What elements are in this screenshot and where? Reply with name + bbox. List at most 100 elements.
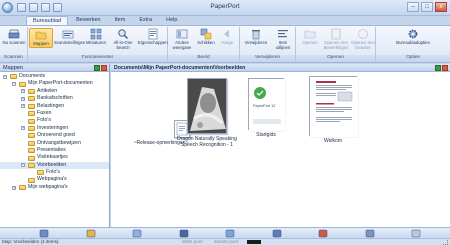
tree-item-label: Visitekaartjes	[37, 154, 68, 161]
print-icon[interactable]	[410, 229, 422, 238]
group-label-functievenster: Functievenster	[28, 55, 167, 62]
group-label-beeld: Beeld	[168, 55, 239, 62]
expand-icon[interactable]: +	[12, 185, 16, 190]
ribbon: Nu scannen Scannen Mappen Scaninstelling…	[0, 25, 450, 63]
status-text: Map: Voorbeelden (4 items).	[2, 239, 60, 244]
tree-item[interactable]: Visitekaartjes	[0, 154, 109, 161]
desktop-area: ~Release-opmerkingen~ Dragon Naturally S…	[111, 72, 450, 227]
tree-item-label: Documents	[19, 73, 46, 79]
group-functievenster: Mappen Scaninstellingen Miniaturen All-i…	[28, 27, 168, 62]
viewer-icon[interactable]	[178, 229, 190, 238]
welkom-thumbnail	[309, 76, 358, 137]
tree-item-label: Onroerend goed	[37, 132, 75, 139]
pane-help-icon[interactable]	[94, 65, 100, 71]
expand-icon[interactable]: +	[21, 104, 25, 109]
paint-icon[interactable]	[85, 229, 97, 238]
collapse-icon[interactable]: −	[12, 82, 16, 87]
folder-icon	[28, 103, 35, 109]
tree-item[interactable]: − Mijn PaperPort-documenten	[0, 80, 109, 87]
item-dragon[interactable]: Dragon Naturally Speaking Speech Recogni…	[173, 78, 241, 148]
folder-icon	[28, 140, 35, 146]
folder-icon	[28, 89, 35, 95]
startgids-thumbnail: PaperPort 12	[248, 78, 285, 131]
folder-icon	[37, 170, 44, 176]
item-uitlijnen-button[interactable]: Item uitlijnen	[271, 28, 295, 50]
tree-item[interactable]: Foto's	[0, 169, 109, 176]
ftp-icon[interactable]	[271, 229, 283, 238]
tree-item[interactable]: Presentaties	[0, 147, 109, 154]
group-label-openen: Openen	[296, 55, 375, 62]
tab-extra[interactable]: Extra	[133, 16, 158, 25]
welcome-page-image	[310, 77, 358, 137]
resize-grip[interactable]	[443, 240, 448, 245]
window-title: PaperPort	[210, 3, 240, 10]
tree-item[interactable]: + Bankafschriften	[0, 95, 109, 102]
calendar-icon[interactable]	[224, 229, 236, 238]
tree-item-label: Ontvangstbewijzen	[37, 139, 81, 146]
group-label-verwijderen: Verwijderen	[240, 55, 295, 62]
bureaubladopties-button[interactable]: Bureaubladopties	[396, 28, 430, 46]
tree-item[interactable]: Webpagina's	[0, 176, 109, 183]
ribbon-tabs: Bureaublad Bewerken Item Extra Help	[0, 16, 450, 25]
scanner-icon[interactable]	[38, 229, 50, 238]
pane-close-icon[interactable]	[101, 65, 107, 71]
openen-button[interactable]: Openen	[298, 28, 322, 46]
item-caption: Startgids	[256, 132, 276, 138]
tree-item[interactable]: + Belastingen	[0, 103, 109, 110]
tree-item[interactable]: + Artikelen	[0, 88, 109, 95]
andere-weergave-button[interactable]: Andere weergave	[170, 28, 194, 50]
folder-icon	[28, 96, 35, 102]
collapse-icon[interactable]: −	[21, 163, 25, 168]
tab-bureaublad[interactable]: Bureaublad	[26, 16, 69, 25]
view-icon	[176, 29, 188, 39]
tab-bewerken[interactable]: Bewerken	[70, 16, 106, 25]
tree-item[interactable]: Faxen	[0, 110, 109, 117]
pdf-icon[interactable]	[317, 229, 329, 238]
maximize-button[interactable]: □	[421, 2, 433, 12]
eigenschappen-button[interactable]: Eigenschappen	[138, 28, 168, 46]
all-in-one-search-button[interactable]: All-in-One Search	[110, 28, 136, 50]
group-verwijderen: Verwijderen Item uitlijnen Verwijderen	[240, 27, 296, 62]
tab-item[interactable]: Item	[109, 16, 132, 25]
folders-pane-title: Mappen	[3, 65, 23, 71]
tree-item[interactable]: + Mijn webpagina's	[0, 184, 109, 191]
path-close-icon[interactable]	[442, 65, 448, 71]
minimize-button[interactable]: –	[407, 2, 419, 12]
group-label-opties: Opties	[376, 55, 450, 62]
status-black-point: Zwarte punt	[214, 239, 239, 244]
folder-icon	[19, 81, 26, 87]
search-icon[interactable]	[364, 229, 376, 238]
expand-icon[interactable]: +	[21, 89, 25, 94]
title-bar: PaperPort – □ x	[0, 0, 450, 16]
scissors-icon[interactable]	[131, 229, 143, 238]
current-path: Documents\Mijn PaperPort-documenten\Voor…	[114, 65, 246, 71]
expand-icon[interactable]: +	[21, 96, 25, 101]
openen-met-browser-button[interactable]: Openen met browser	[351, 28, 375, 50]
collapse-icon[interactable]: −	[3, 74, 7, 79]
tree-item[interactable]: − Documents	[0, 73, 109, 80]
status-bar: Map: Voorbeelden (4 items). Witte punt Z…	[0, 238, 450, 245]
tab-help[interactable]: Help	[160, 16, 183, 25]
tree-item[interactable]: Foto's	[0, 117, 109, 124]
item-welkom[interactable]: Welkom	[303, 76, 363, 144]
tree-item[interactable]: − Voorbeelden	[0, 161, 109, 170]
miniaturen-button[interactable]: Miniaturen	[84, 28, 108, 46]
nu-scannen-button[interactable]: Nu scannen	[2, 28, 26, 46]
gear-icon	[408, 29, 418, 39]
item-startgids[interactable]: PaperPort 12 Startgids	[241, 78, 291, 138]
path-help-icon[interactable]	[435, 65, 441, 71]
verwijderen-button[interactable]: Verwijderen	[242, 28, 270, 46]
openen-met-bewerkingen-button[interactable]: Openen met Bewerkingen	[322, 28, 350, 50]
tree-item[interactable]: + Investeringen	[0, 125, 109, 132]
vorige-button[interactable]: Vorige	[216, 28, 238, 46]
expand-icon[interactable]: +	[21, 126, 25, 131]
dragon-thumbnail	[187, 78, 227, 134]
tree-item[interactable]: Onroerend goed	[0, 132, 109, 139]
scaninstellingen-button[interactable]: Scaninstellingen	[54, 28, 85, 46]
schikken-button[interactable]: Schikken	[194, 28, 218, 46]
mappen-button[interactable]: Mappen	[29, 28, 53, 48]
scan-settings-icon	[62, 30, 74, 39]
tree-item[interactable]: Ontvangstbewijzen	[0, 140, 109, 147]
folder-tree: − Documents − Mijn PaperPort-documenten + Art…	[0, 72, 109, 191]
close-button[interactable]: x	[435, 2, 447, 12]
